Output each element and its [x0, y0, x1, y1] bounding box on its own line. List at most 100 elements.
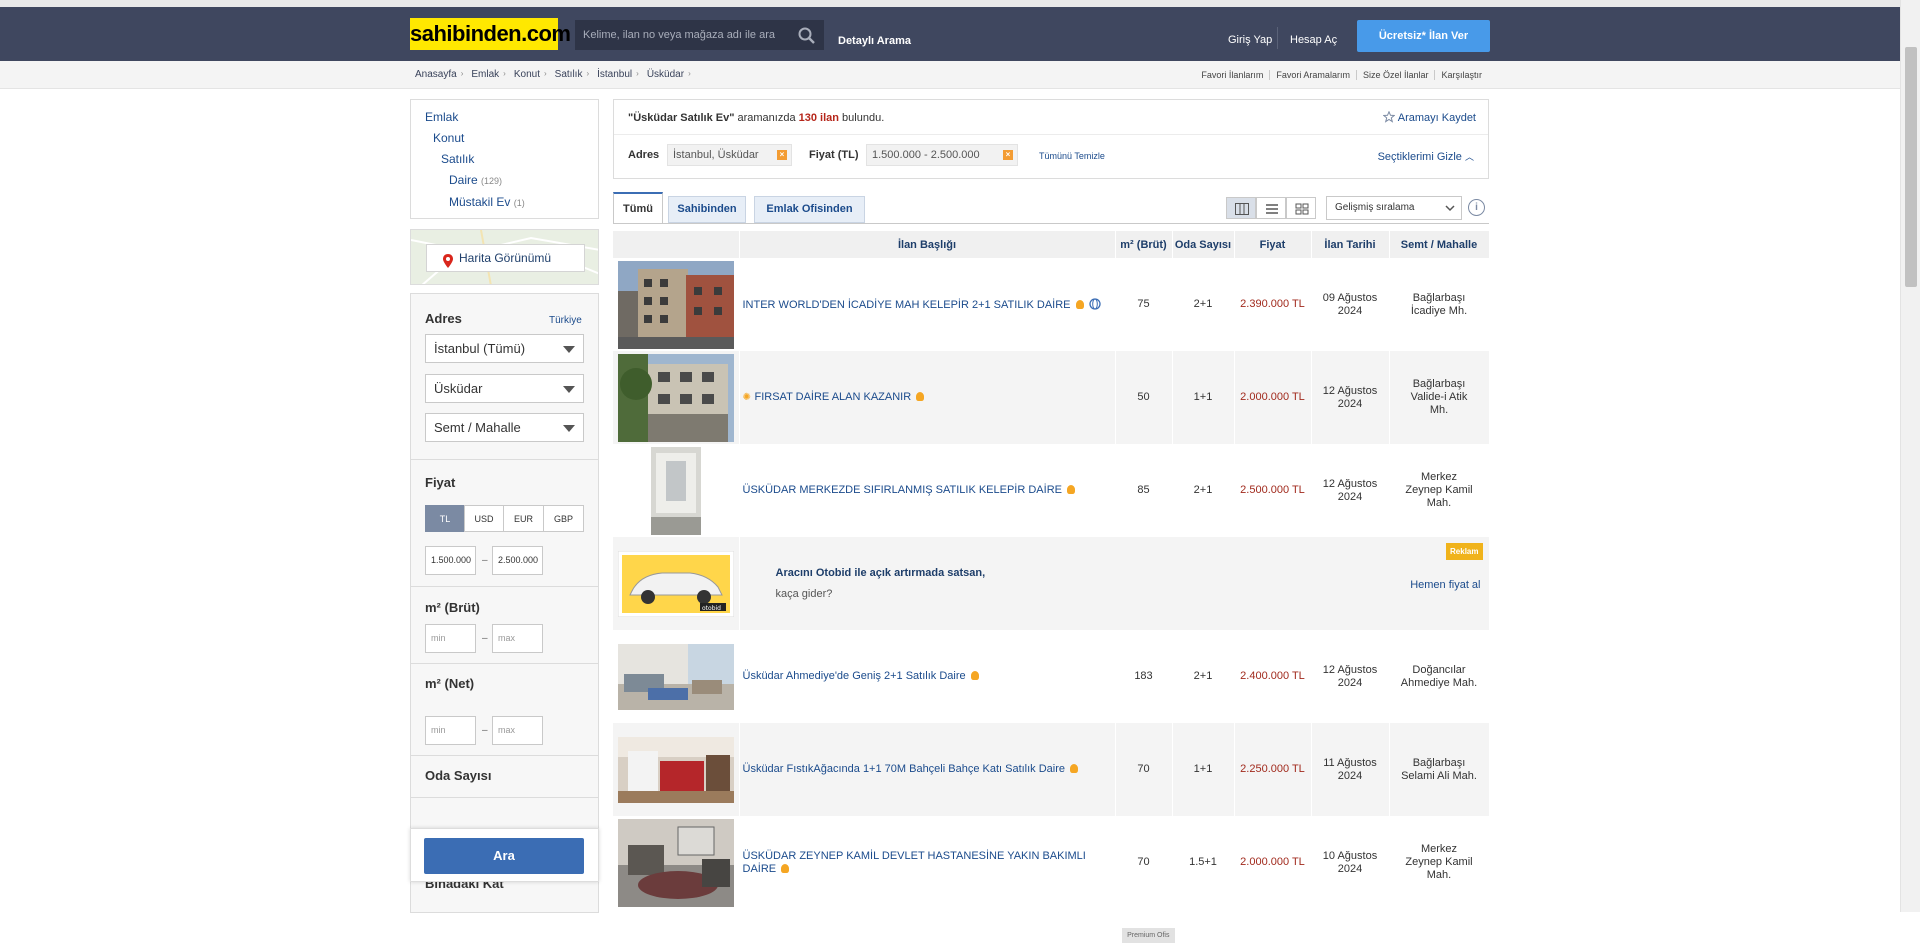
- virtual-tour-icon: [1088, 297, 1101, 310]
- category-satilik[interactable]: Satılık: [441, 152, 474, 166]
- listing-title[interactable]: ÜSKÜDAR ZEYNEP KAMİL DEVLET HASTANESİNE …: [743, 850, 1086, 875]
- listing-photo[interactable]: [617, 260, 734, 349]
- column-header-location[interactable]: Semt / Mahalle: [1389, 231, 1490, 258]
- compare-link[interactable]: Karşılaştır: [1434, 70, 1488, 80]
- district-select[interactable]: Üsküdar: [425, 374, 584, 403]
- listing-title-cell[interactable]: Üsküdar Ahmediye'de Geniş 2+1 Satılık Da…: [739, 630, 1116, 723]
- rooms-filter-title[interactable]: Oda Sayısı: [425, 768, 491, 783]
- price-cell: 2.000.000 TL: [1234, 816, 1312, 909]
- table-row[interactable]: ✺ FIRSAT DAİRE ALAN KAZANIR 50 1+1 2.000.…: [613, 351, 1490, 444]
- thumbnail-view-icon: [1295, 203, 1309, 215]
- m2-gross-min-input[interactable]: min: [425, 624, 476, 653]
- login-link[interactable]: Giriş Yap: [1228, 34, 1272, 46]
- price-max-input[interactable]: 2.500.000: [492, 546, 543, 575]
- listing-title[interactable]: Üsküdar Ahmediye'de Geniş 2+1 Satılık Da…: [743, 670, 966, 682]
- page-scrollbar[interactable]: [1900, 0, 1920, 912]
- table-row[interactable]: Üsküdar Ahmediye'de Geniş 2+1 Satılık Da…: [613, 630, 1490, 723]
- table-row[interactable]: INTER WORLD'DEN İCADİYE MAH KELEPİR 2+1 …: [613, 258, 1490, 351]
- breadcrumb-item[interactable]: Üsküdar: [647, 69, 684, 80]
- post-ad-button[interactable]: Ücretsiz* İlan Ver: [1357, 20, 1490, 52]
- ad-row[interactable]: otobid Aracını Otobid ile açık artırmada…: [613, 537, 1490, 630]
- search-submit-button[interactable]: Ara: [424, 838, 584, 874]
- breadcrumb-item[interactable]: Anasayfa: [415, 69, 457, 80]
- category-daire[interactable]: Daire (129): [449, 173, 502, 187]
- clear-all-link[interactable]: Tümünü Temizle: [1039, 151, 1105, 161]
- ad-cta-link[interactable]: Hemen fiyat al: [1410, 579, 1480, 592]
- category-emlak[interactable]: Emlak: [425, 110, 458, 124]
- column-header-rooms[interactable]: Oda Sayısı: [1172, 231, 1235, 258]
- breadcrumb-item[interactable]: Satılık: [555, 69, 583, 80]
- column-header-date[interactable]: İlan Tarihi: [1311, 231, 1390, 258]
- view-list-button[interactable]: [1256, 197, 1286, 219]
- favorite-searches-link[interactable]: Favori Aramalarım: [1269, 70, 1356, 80]
- remove-icon[interactable]: ×: [1003, 150, 1013, 160]
- ad-title[interactable]: Aracını Otobid ile açık artırmada satsan…: [776, 567, 1486, 580]
- listing-title-cell[interactable]: ÜSKÜDAR MERKEZDE SIFIRLANMIŞ SATILIK KEL…: [739, 444, 1116, 537]
- listing-title-cell[interactable]: ✺ FIRSAT DAİRE ALAN KAZANIR: [739, 351, 1116, 444]
- column-header-m2[interactable]: m² (Brüt): [1115, 231, 1173, 258]
- category-mustakil[interactable]: Müstakil Ev (1): [449, 195, 525, 209]
- breadcrumb-item[interactable]: İstanbul: [597, 69, 632, 80]
- table-row[interactable]: ÜSKÜDAR MERKEZDE SIFIRLANMIŞ SATILIK KEL…: [613, 444, 1490, 537]
- search-input[interactable]: [576, 21, 791, 49]
- price-min-input[interactable]: 1.500.000: [425, 546, 476, 575]
- listing-title[interactable]: ÜSKÜDAR MERKEZDE SIFIRLANMIŞ SATILIK KEL…: [743, 484, 1062, 496]
- currency-usd[interactable]: USD: [464, 505, 504, 532]
- hide-selected-link[interactable]: Seçtiklerimi Gizle ︿: [1378, 150, 1474, 163]
- detailed-search-link[interactable]: Detaylı Arama: [838, 35, 911, 47]
- listing-title[interactable]: FIRSAT DAİRE ALAN KAZANIR: [755, 391, 912, 403]
- province-select[interactable]: İstanbul (Tümü): [425, 334, 584, 363]
- province-value: İstanbul (Tümü): [434, 341, 526, 356]
- listing-title-cell[interactable]: ÜSKÜDAR ZEYNEP KAMİL DEVLET HASTANESİNE …: [739, 816, 1175, 943]
- column-header-price[interactable]: Fiyat: [1234, 231, 1312, 258]
- favorite-listings-link[interactable]: Favori İlanlarım: [1195, 70, 1269, 80]
- range-dash: –: [482, 633, 488, 644]
- search-icon[interactable]: [797, 27, 817, 45]
- listing-title[interactable]: Üsküdar FıstıkAğacında 1+1 70M Bahçeli B…: [743, 763, 1066, 775]
- listing-photo[interactable]: [617, 726, 734, 814]
- table-row[interactable]: Üsküdar FıstıkAğacında 1+1 70M Bahçeli B…: [613, 723, 1490, 816]
- date-cell: 10 Ağustos 2024: [1311, 816, 1390, 909]
- table-row[interactable]: ÜSKÜDAR ZEYNEP KAMİL DEVLET HASTANESİNE …: [613, 816, 1490, 943]
- listing-title[interactable]: INTER WORLD'DEN İCADİYE MAH KELEPİR 2+1 …: [743, 299, 1071, 311]
- currency-eur[interactable]: EUR: [503, 505, 544, 532]
- save-search-link[interactable]: Aramayı Kaydet: [1382, 110, 1476, 124]
- view-gallery-list-button[interactable]: [1226, 197, 1256, 219]
- m2-net-min-input[interactable]: min: [425, 716, 476, 745]
- listing-title-cell[interactable]: Üsküdar FıstıkAğacında 1+1 70M Bahçeli B…: [739, 723, 1116, 816]
- address-country-link[interactable]: Türkiye: [549, 315, 582, 326]
- view-grid-button[interactable]: [1286, 197, 1316, 219]
- m2-gross-max-input[interactable]: max: [492, 624, 543, 653]
- ad-image[interactable]: otobid: [617, 540, 734, 628]
- sort-select[interactable]: Gelişmiş sıralama: [1326, 196, 1462, 220]
- section-divider: [411, 586, 598, 587]
- listing-photo[interactable]: [617, 353, 734, 442]
- listing-photo[interactable]: [617, 446, 734, 535]
- register-link[interactable]: Hesap Aç: [1290, 34, 1337, 46]
- category-konut[interactable]: Konut: [433, 131, 464, 145]
- m2-net-max-input[interactable]: max: [492, 716, 543, 745]
- date-year: 2024: [1337, 490, 1363, 503]
- map-view-button[interactable]: Harita Görünümü: [426, 244, 585, 272]
- currency-tl[interactable]: TL: [425, 505, 465, 532]
- scrollbar-thumb[interactable]: [1905, 47, 1917, 287]
- remove-icon[interactable]: ×: [777, 150, 787, 160]
- breadcrumb-item[interactable]: Konut: [514, 69, 540, 80]
- rooms-cell: 2+1: [1172, 444, 1235, 537]
- breadcrumb-item[interactable]: Emlak: [471, 69, 499, 80]
- tab-owner[interactable]: Sahibinden: [668, 196, 746, 223]
- currency-gbp[interactable]: GBP: [543, 505, 584, 532]
- site-logo[interactable]: sahibinden.com: [410, 18, 571, 50]
- ad-content-cell[interactable]: Aracını Otobid ile açık artırmada satsan…: [739, 537, 1490, 630]
- listing-title-cell[interactable]: INTER WORLD'DEN İCADİYE MAH KELEPİR 2+1 …: [739, 258, 1116, 351]
- tab-all[interactable]: Tümü: [613, 192, 663, 224]
- listing-photo[interactable]: [617, 633, 734, 721]
- neighborhood-select[interactable]: Semt / Mahalle: [425, 413, 584, 442]
- tab-agency[interactable]: Emlak Ofisinden: [754, 196, 865, 223]
- map-preview[interactable]: Harita Görünümü: [410, 229, 599, 285]
- recommended-listings-link[interactable]: Size Özel İlanlar: [1355, 70, 1435, 80]
- listing-photo[interactable]: [617, 818, 734, 907]
- search-query: "Üsküdar Satılık Ev": [628, 112, 735, 124]
- info-icon[interactable]: i: [1468, 199, 1485, 216]
- sub-navigation: Anasayfa › Emlak › Konut › Satılık › İstanbu…: [0, 61, 1900, 89]
